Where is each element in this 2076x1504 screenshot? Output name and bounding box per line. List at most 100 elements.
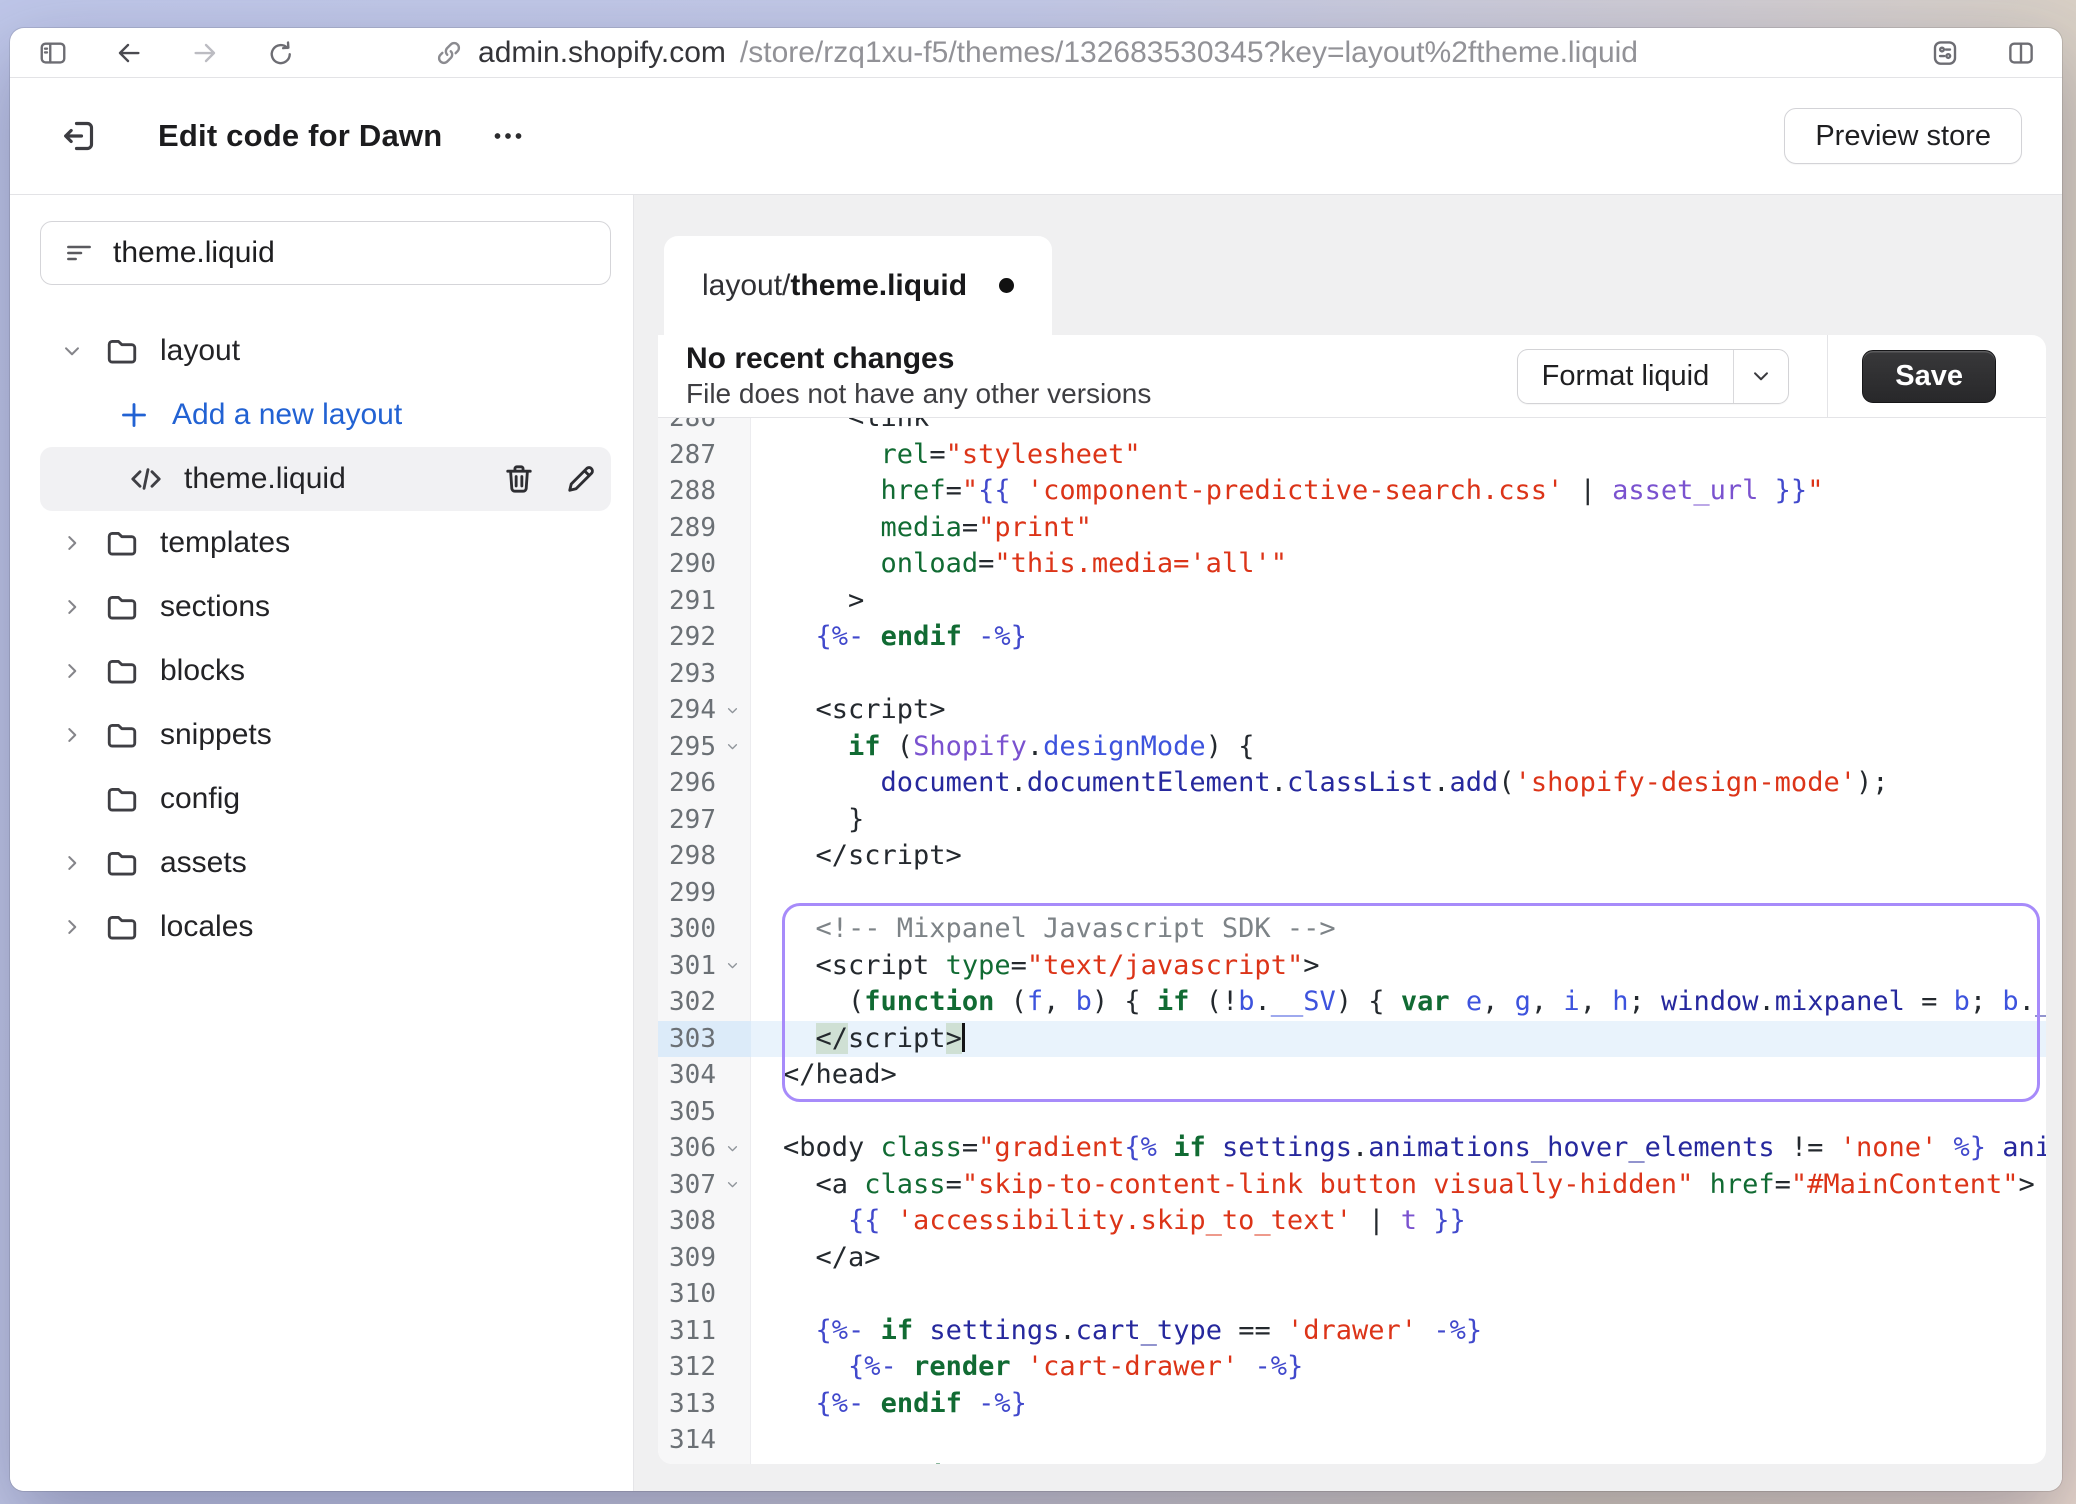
sidebar-item-assets[interactable]: assets [40,831,611,895]
pencil-icon[interactable] [563,461,599,497]
page-settings-icon[interactable] [1928,36,1962,70]
code-line-288[interactable]: 288 href="{{ 'component-predictive-searc… [658,473,2046,510]
gutter: 293 [658,656,751,693]
code-line-292[interactable]: 292 {%- endif -%} [658,619,2046,656]
code-line-307[interactable]: 307 <a class="skip-to-content-link butto… [658,1167,2046,1204]
code-line-297[interactable]: 297 } [658,802,2046,839]
url-path: /store/rzq1xu-f5/themes/132683530345?key… [740,36,1638,70]
code-text [751,875,2046,912]
file-search-input[interactable]: theme.liquid [40,221,611,285]
chevron-right-icon[interactable] [54,530,90,556]
code-line-298[interactable]: 298 </script> [658,838,2046,875]
sidebar-item-blocks[interactable]: blocks [40,639,611,703]
chevron-right-icon[interactable] [54,722,90,748]
tab-theme-liquid[interactable]: layout/theme.liquid [664,236,1052,335]
code-line-296[interactable]: 296 document.documentElement.classList.a… [658,765,2046,802]
code-line-312[interactable]: 312 {%- render 'cart-drawer' -%} [658,1349,2046,1386]
gutter: 286 [658,418,751,437]
code-text: </a> [751,1240,2046,1277]
chevron-right-icon[interactable] [54,594,90,620]
code-line-301[interactable]: 301 <script type="text/javascript"> [658,948,2046,985]
exit-editor-icon[interactable] [56,113,102,159]
sidebar-item-templates[interactable]: templates [40,511,611,575]
trash-icon[interactable] [501,461,537,497]
forward-icon[interactable] [188,36,222,70]
code-line-315[interactable]: 315 {% sections 'header-group' %} [658,1459,2046,1465]
fold-chevron-icon[interactable] [716,1140,748,1157]
chevron-right-icon[interactable] [54,850,90,876]
fold-chevron-icon[interactable] [716,957,748,974]
code-line-313[interactable]: 313 {%- endif -%} [658,1386,2046,1423]
address-bar[interactable]: admin.shopify.com/store/rzq1xu-f5/themes… [434,28,1638,77]
code-line-310[interactable]: 310 [658,1276,2046,1313]
chevron-down-icon[interactable] [54,338,90,364]
code-text [751,656,2046,693]
code-text: {%- if settings.cart_type == 'drawer' -%… [751,1313,2046,1350]
editor-pane: layout/theme.liquid No recent changes Fi… [634,195,2062,1491]
line-number: 301 [658,951,716,981]
sidebar-item-sections[interactable]: sections [40,575,611,639]
code-line-309[interactable]: 309 </a> [658,1240,2046,1277]
line-number: 293 [658,659,716,689]
sidebar-item-config[interactable]: config [40,767,611,831]
line-number: 306 [658,1133,716,1163]
fold-chevron-icon[interactable] [716,1176,748,1193]
gutter: 301 [658,948,751,985]
chevron-right-icon[interactable] [54,914,90,940]
sidebar-item-label: snippets [160,718,272,752]
sidebar-item-label: templates [160,526,290,560]
more-actions-icon[interactable] [490,118,526,154]
code-line-287[interactable]: 287 rel="stylesheet" [658,437,2046,474]
gutter: 290 [658,546,751,583]
sidebar-item-snippets[interactable]: snippets [40,703,611,767]
split-view-icon[interactable] [2004,36,2038,70]
sidebar-toggle-icon[interactable] [36,36,70,70]
folder-icon [102,651,142,691]
code-line-311[interactable]: 311 {%- if settings.cart_type == 'drawer… [658,1313,2046,1350]
link-icon [434,38,464,68]
code-line-299[interactable]: 299 [658,875,2046,912]
code-line-293[interactable]: 293 [658,656,2046,693]
code-line-305[interactable]: 305 [658,1094,2046,1131]
fold-chevron-icon[interactable] [716,702,748,719]
code-text: rel="stylesheet" [751,437,2046,474]
sidebar-item-add-a-new-layout[interactable]: Add a new layout [40,383,611,447]
sidebar-item-locales[interactable]: locales [40,895,611,959]
format-liquid-button[interactable]: Format liquid [1518,350,1734,403]
code-line-304[interactable]: 304</head> [658,1057,2046,1094]
preview-store-button[interactable]: Preview store [1784,108,2022,164]
sidebar-item-label: layout [160,334,240,368]
code-lines: 286 <link287 rel="stylesheet"288 href="{… [658,418,2046,1464]
code-line-303[interactable]: 303 </script> [658,1021,2046,1058]
code-line-286[interactable]: 286 <link [658,418,2046,437]
code-editor[interactable]: 286 <link287 rel="stylesheet"288 href="{… [658,418,2046,1464]
line-number: 309 [658,1243,716,1273]
unsaved-changes-dot [999,278,1014,293]
line-number: 298 [658,841,716,871]
code-line-295[interactable]: 295 if (Shopify.designMode) { [658,729,2046,766]
code-text: > [751,583,2046,620]
save-button[interactable]: Save [1862,350,1996,403]
code-text [751,1276,2046,1313]
code-line-306[interactable]: 306<body class="gradient{% if settings.a… [658,1130,2046,1167]
code-line-314[interactable]: 314 [658,1422,2046,1459]
fold-chevron-icon[interactable] [716,738,748,755]
code-line-291[interactable]: 291 > [658,583,2046,620]
code-line-289[interactable]: 289 media="print" [658,510,2046,547]
code-icon [126,459,166,499]
file-search-value: theme.liquid [113,236,275,270]
code-line-290[interactable]: 290 onload="this.media='all'" [658,546,2046,583]
gutter: 292 [658,619,751,656]
code-line-294[interactable]: 294 <script> [658,692,2046,729]
code-line-308[interactable]: 308 {{ 'accessibility.skip_to_text' | t … [658,1203,2046,1240]
folder-icon [102,843,142,883]
format-liquid-dropdown[interactable] [1733,350,1788,403]
chevron-right-icon[interactable] [54,658,90,684]
reload-icon[interactable] [264,36,298,70]
code-line-300[interactable]: 300 <!-- Mixpanel Javascript SDK --> [658,911,2046,948]
back-icon[interactable] [112,36,146,70]
sidebar-item-theme-liquid[interactable]: theme.liquid [40,447,611,511]
gutter: 306 [658,1130,751,1167]
code-line-302[interactable]: 302 (function (f, b) { if (!b.__SV) { va… [658,984,2046,1021]
sidebar-item-layout[interactable]: layout [40,319,611,383]
